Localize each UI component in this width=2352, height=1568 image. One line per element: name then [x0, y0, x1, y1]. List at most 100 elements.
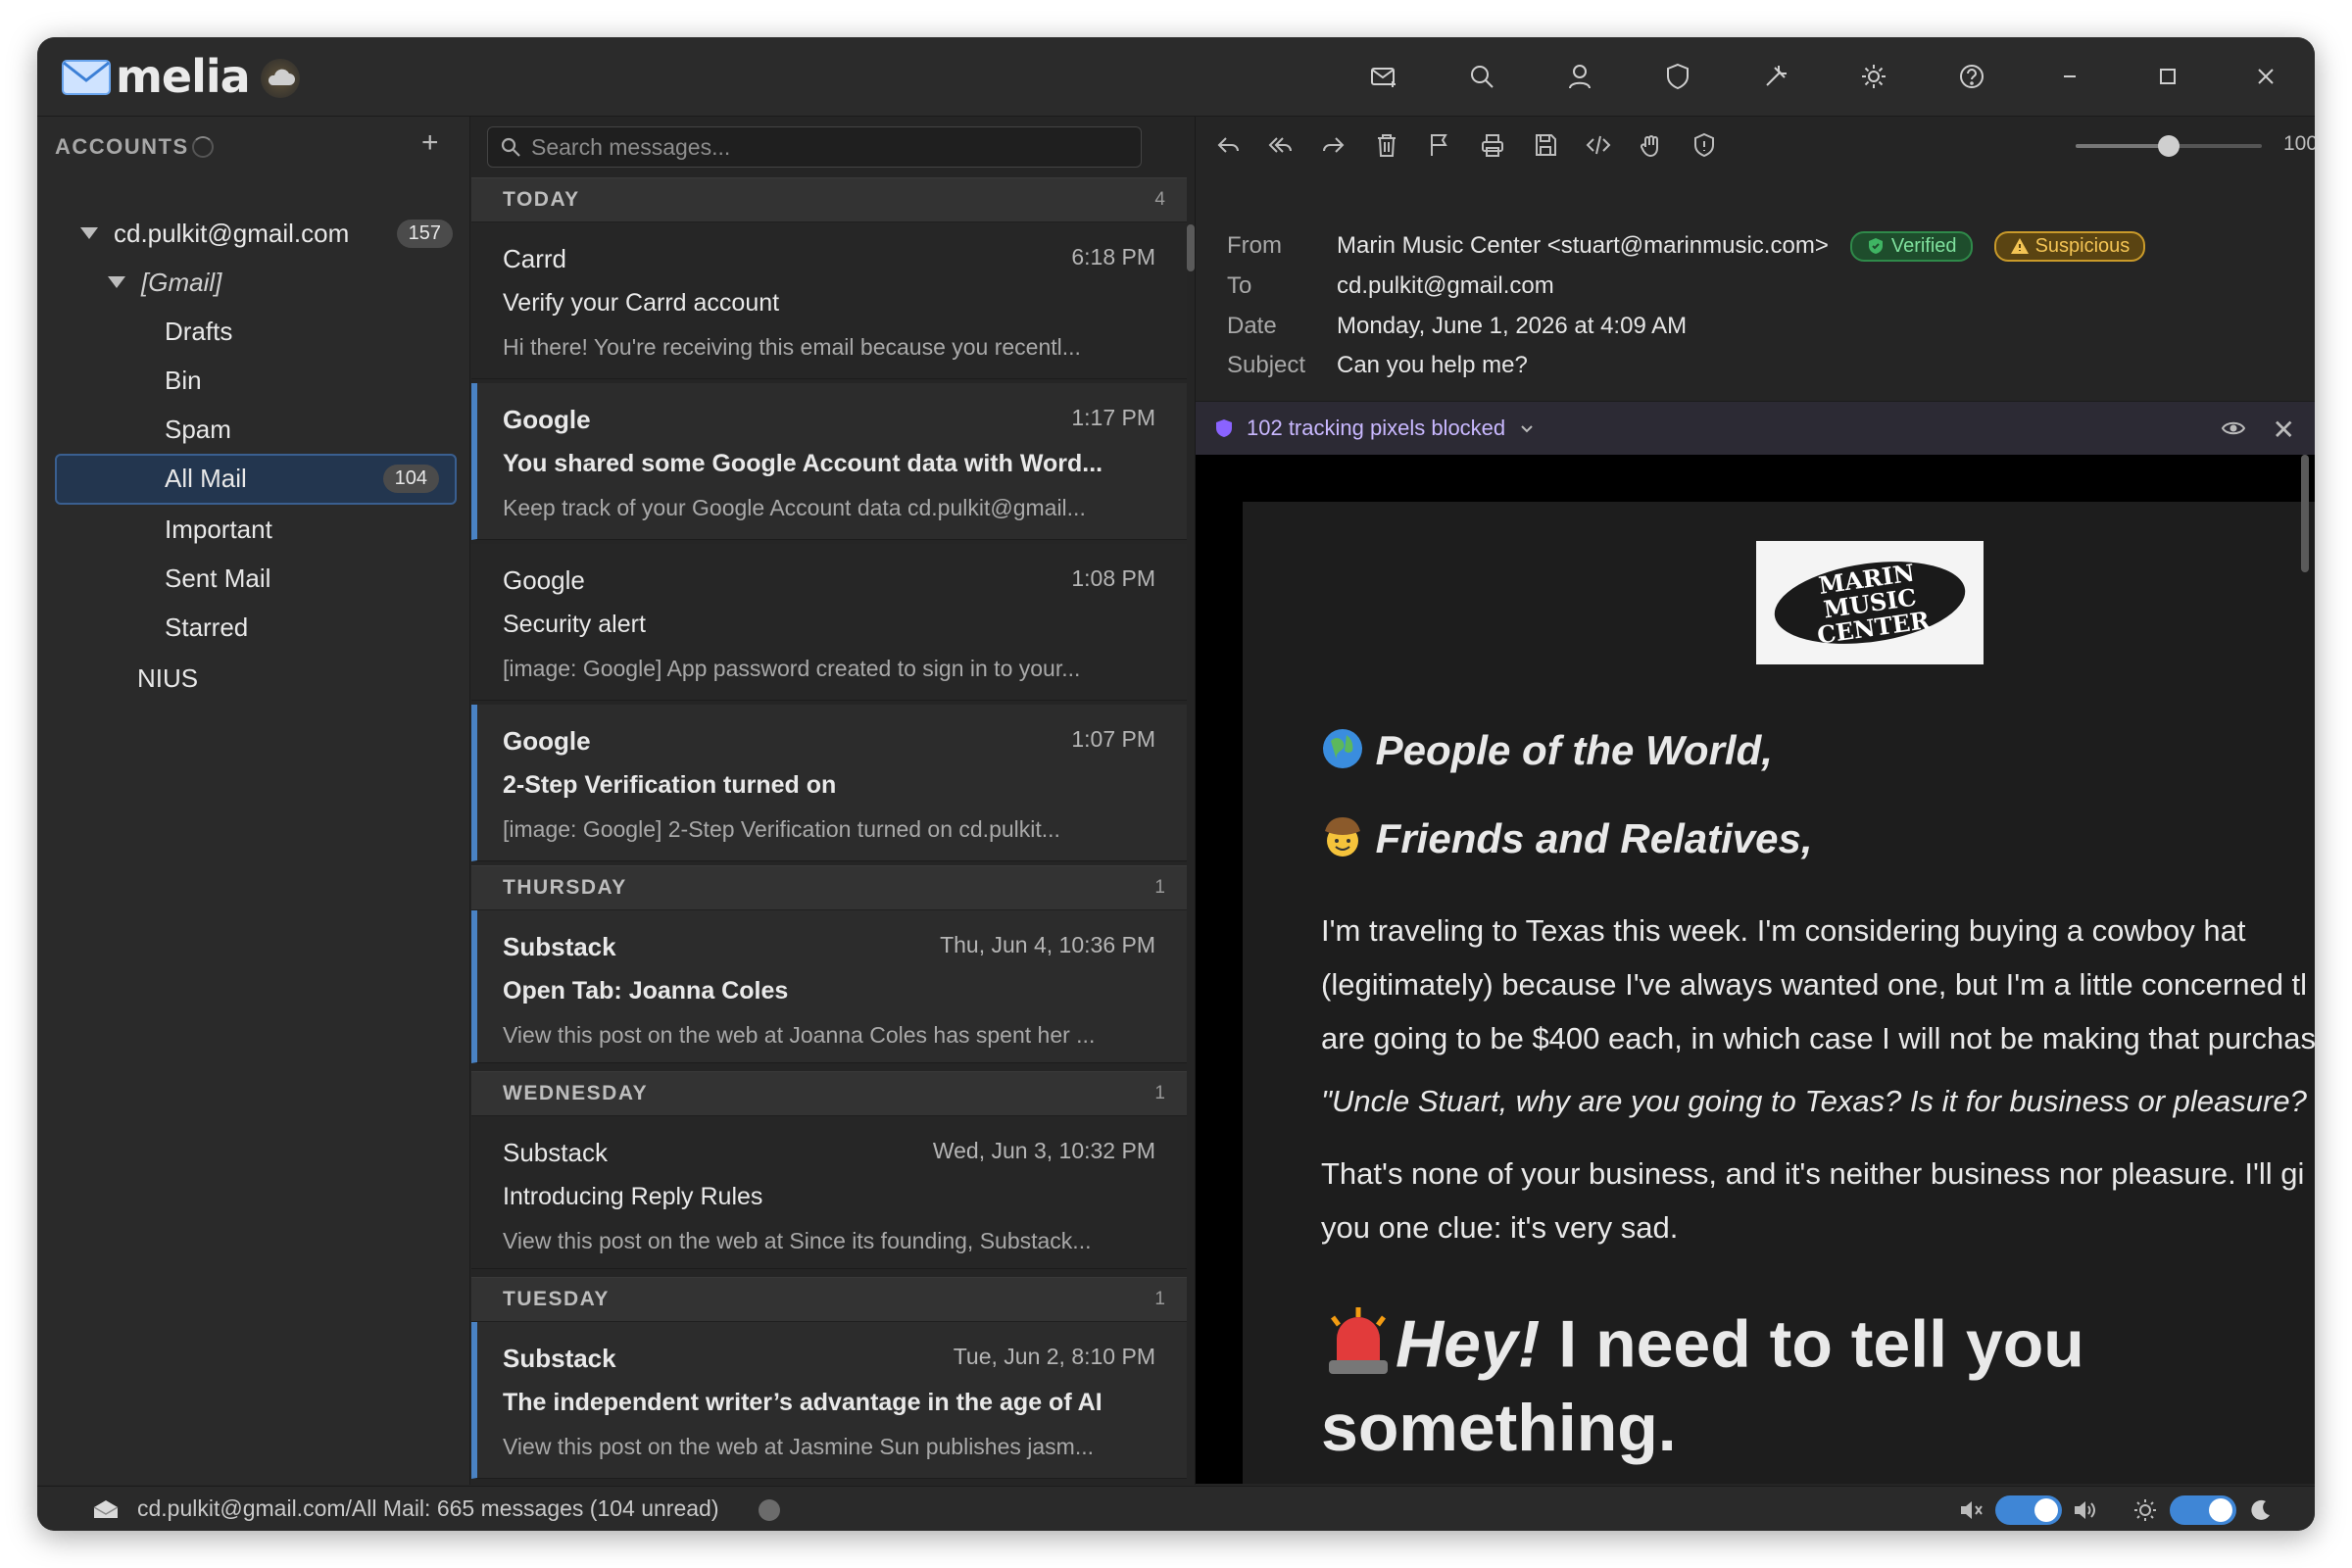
message-time: 1:08 PM	[1071, 565, 1155, 591]
folder-label: Spam	[165, 414, 231, 444]
account-row[interactable]: cd.pulkit@gmail.com 157	[80, 211, 453, 256]
security-shield-icon[interactable]	[1678, 117, 1731, 173]
paragraph-line: "Uncle Stuart, why are you going to Texa…	[1321, 1084, 2307, 1118]
folder-label: Drafts	[165, 316, 233, 346]
chevron-down-icon[interactable]	[1517, 418, 1537, 438]
close-banner-icon[interactable]: ✕	[2273, 414, 2295, 446]
sidebar-item-important[interactable]: Important	[165, 507, 272, 552]
expand-arrow-icon[interactable]	[108, 276, 125, 288]
shield-icon	[1216, 419, 1232, 437]
sidebar-item-nius[interactable]: NIUS	[137, 656, 198, 701]
toggle-knob	[2209, 1498, 2232, 1522]
paragraph-line: (legitimately) because I've always wante…	[1321, 967, 2308, 1002]
search-box[interactable]	[487, 126, 1142, 168]
greeting-text-2: Friends and Relatives,	[1375, 815, 1813, 862]
minimize-icon[interactable]	[2021, 37, 2119, 116]
sidebar-item-drafts[interactable]: Drafts	[165, 309, 232, 354]
compose-icon[interactable]	[1335, 37, 1433, 116]
shield-icon[interactable]	[1629, 37, 1727, 116]
envelope-logo-icon	[62, 60, 111, 95]
group-label: WEDNESDAY	[503, 1082, 649, 1104]
message-time: Tue, Jun 2, 8:10 PM	[953, 1344, 1155, 1369]
eye-icon[interactable]	[2221, 416, 2246, 441]
close-icon[interactable]	[2217, 37, 2315, 116]
gear-icon[interactable]	[1825, 37, 1923, 116]
folder-label: All Mail	[165, 463, 247, 493]
print-icon[interactable]	[1466, 117, 1519, 173]
paragraph-1: I'm traveling to Texas this week. I'm co…	[1321, 904, 2315, 1065]
zoom-level: 100%	[2283, 132, 2315, 155]
list-item[interactable]: Google 1:07 PM 2-Step Verification turne…	[471, 705, 1187, 861]
status-arrow-icon[interactable]	[759, 1499, 780, 1521]
sync-cloud-icon[interactable]	[261, 59, 300, 98]
block-hand-icon[interactable]	[1625, 117, 1678, 173]
message-preview: Hi there! You're receiving this email be…	[503, 334, 1081, 360]
plugin-icon[interactable]	[1727, 37, 1825, 116]
sidebar-item-starred[interactable]: Starred	[165, 605, 248, 650]
gmail-folder-row[interactable]: [Gmail]	[108, 260, 221, 305]
list-item[interactable]: Substack Tue, Jun 2, 8:10 PM The indepen…	[471, 1322, 1187, 1479]
theme-toggle[interactable]	[2170, 1495, 2236, 1525]
subject-label: Subject	[1227, 352, 1306, 378]
loading-spinner-icon	[192, 136, 214, 158]
from-row: From Marin Music Center <stuart@marinmus…	[1227, 229, 2146, 263]
help-icon[interactable]	[1923, 37, 2021, 116]
group-count: 1	[1154, 877, 1165, 898]
list-item[interactable]: Substack Wed, Jun 3, 10:32 PM Introducin…	[471, 1116, 1187, 1269]
message-subject: Verify your Carrd account	[503, 289, 780, 317]
save-icon[interactable]	[1519, 117, 1572, 173]
status-bar: cd.pulkit@gmail.com/All Mail: 665 messag…	[37, 1486, 2315, 1531]
sound-toggle[interactable]	[1995, 1495, 2062, 1525]
date-row: Date Monday, June 1, 2026 at 4:09 AM	[1227, 310, 1687, 343]
to-row: To cd.pulkit@gmail.com	[1227, 270, 1554, 303]
reply-all-icon[interactable]	[1254, 117, 1307, 173]
paragraph-line: I'm looking for a video editor for one v…	[1321, 1470, 2315, 1484]
zoom-slider-knob[interactable]	[2158, 135, 2180, 157]
list-item[interactable]: Substack Thu, Jun 4, 10:36 PM Open Tab: …	[471, 910, 1187, 1063]
list-item[interactable]: Google 1:17 PM You shared some Google Ac…	[471, 383, 1187, 540]
add-account-button[interactable]: +	[421, 126, 439, 160]
list-scrollbar[interactable]	[1187, 224, 1195, 271]
expand-arrow-icon[interactable]	[80, 227, 98, 239]
message-sender: Substack	[503, 932, 616, 961]
from-value[interactable]: Marin Music Center <stuart@marinmusic.co…	[1337, 232, 1829, 260]
contacts-icon[interactable]	[1531, 37, 1629, 116]
message-time: 6:18 PM	[1071, 244, 1155, 270]
zoom-slider[interactable]	[2076, 135, 2262, 157]
maximize-icon[interactable]	[2119, 37, 2217, 116]
group-header-tuesday: TUESDAY 1	[471, 1277, 1187, 1322]
folder-label: Starred	[165, 612, 249, 642]
search-input[interactable]	[529, 132, 1121, 162]
sidebar-item-spam[interactable]: Spam	[165, 407, 231, 452]
sidebar-item-sent-mail[interactable]: Sent Mail	[165, 556, 270, 601]
flag-icon[interactable]	[1413, 117, 1466, 173]
paragraph-3: That's none of your business, and it's n…	[1321, 1147, 2315, 1254]
reader-scrollbar[interactable]	[2301, 455, 2309, 572]
globe-emoji-icon	[1321, 727, 1364, 780]
paragraph-line: That's none of your business, and it's n…	[1321, 1156, 2305, 1191]
list-item[interactable]: Carrd 6:18 PM Verify your Carrd account …	[471, 222, 1187, 379]
reader-pane: 100% From Marin Music Center <stuart@mar…	[1196, 117, 2315, 1485]
group-header-thursday: THURSDAY 1	[471, 865, 1187, 910]
group-label: THURSDAY	[503, 876, 627, 899]
message-time: 1:07 PM	[1071, 726, 1155, 752]
folder-label: Bin	[165, 365, 202, 395]
group-count: 4	[1154, 189, 1165, 210]
sidebar-item-bin[interactable]: Bin	[165, 358, 202, 403]
message-time: Thu, Jun 4, 10:36 PM	[940, 932, 1155, 957]
gmail-folder-label: [Gmail]	[141, 267, 222, 297]
reply-icon[interactable]	[1201, 117, 1254, 173]
greeting-line-2: Friends and Relatives,	[1321, 815, 1813, 868]
forward-icon[interactable]	[1307, 117, 1360, 173]
message-preview: [image: Google] App password created to …	[503, 656, 1081, 681]
zoom-slider-fill	[2076, 144, 2169, 148]
search-icon[interactable]	[1433, 37, 1531, 116]
from-label: From	[1227, 232, 1282, 259]
delete-icon[interactable]	[1360, 117, 1413, 173]
cowboy-emoji-icon	[1321, 815, 1364, 868]
date-label: Date	[1227, 313, 1277, 339]
view-source-icon[interactable]	[1572, 117, 1625, 173]
message-subject: Open Tab: Joanna Coles	[503, 977, 789, 1004]
list-item[interactable]: Google 1:08 PM Security alert [image: Go…	[471, 544, 1187, 701]
message-sender: Google	[503, 565, 585, 595]
